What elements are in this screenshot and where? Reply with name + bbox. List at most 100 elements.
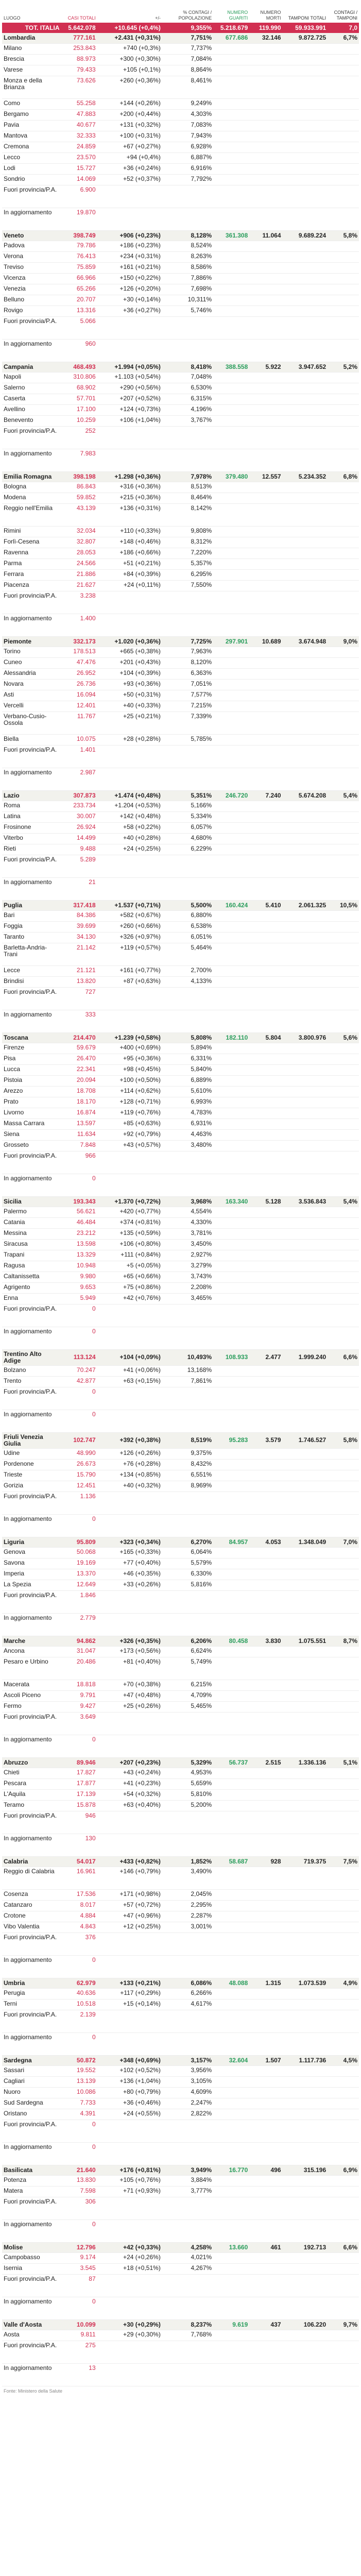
province-var	[97, 2010, 162, 2033]
province-pct: 9,249%	[162, 98, 214, 110]
region-row[interactable]: Toscana 214.470 +1.239 (+0,58%) 5,808% 182.1…	[2, 1032, 359, 1043]
region-row[interactable]: Liguria 95.809 +323 (+0,34%) 6,270% 84.957 4.…	[2, 1537, 359, 1548]
province-pct: 2,045%	[162, 1889, 214, 1901]
region-row[interactable]: Trentino Alto Adige 113.124 +104 (+0,09%) 1…	[2, 1349, 359, 1366]
province-ct	[328, 2363, 359, 2386]
province-guariti	[213, 1580, 250, 1591]
province-casi: 31.047	[61, 1646, 97, 1657]
province-casi: 310.806	[61, 372, 97, 383]
province-pct	[162, 1712, 214, 1735]
region-row[interactable]: Lombardia 777.161 +2.431 (+0,31%) 7,751% 677…	[2, 33, 359, 44]
province-guariti	[213, 1680, 250, 1691]
province-guariti	[213, 426, 250, 449]
province-ct	[328, 1889, 359, 1901]
province-guariti	[213, 811, 250, 823]
province-pct: 5,334%	[162, 811, 214, 823]
province-row: Bari 84.386 +582 (+0,67%) 6,880%	[2, 910, 359, 922]
province-var: +33 (+0,26%)	[97, 1580, 162, 1591]
province-morti	[249, 910, 283, 922]
province-guariti	[213, 1174, 250, 1197]
province-var: +52 (+0,37%)	[97, 174, 162, 185]
province-ct	[328, 2120, 359, 2143]
region-row[interactable]: Sardegna 50.872 +348 (+0,69%) 3,157% 32.604 1…	[2, 2055, 359, 2066]
header-guariti[interactable]: NUMERO GUARITI	[213, 0, 249, 23]
region-row[interactable]: Lazio 307.873 +1.474 (+0,48%) 5,351% 246.720…	[2, 790, 359, 801]
province-name: Rovigo	[2, 306, 61, 317]
province-morti	[249, 2098, 283, 2109]
region-row[interactable]: Molise 12.796 +42 (+0,33%) 4,258% 13.660 461 1…	[2, 2242, 359, 2253]
province-name: Vibo Valentia	[2, 1922, 61, 1933]
region-row[interactable]: Friuli Venezia Giulia 102.747 +392 (+0,38%…	[2, 1432, 359, 1449]
region-row[interactable]: Puglia 317.418 +1.537 (+0,71%) 5,500% 160.42…	[2, 900, 359, 911]
province-row: In aggiornamento 0	[2, 2219, 359, 2243]
header-morti[interactable]: NUMERO MORTI	[249, 0, 282, 23]
province-tamponi	[282, 2197, 328, 2220]
province-row: Roma 233.734 +1.204 (+0,53%) 5,166%	[2, 801, 359, 812]
region-row[interactable]: Sicilia 193.343 +1.370 (+0,72%) 3,968% 163.3…	[2, 1196, 359, 1207]
province-guariti	[213, 614, 250, 637]
province-casi: 32.807	[61, 537, 97, 548]
header-pct-contagi[interactable]: % CONTAGI / POPOLAZIONE	[162, 0, 213, 23]
province-ct	[328, 943, 359, 966]
province-name: Varese	[2, 65, 61, 76]
province-tamponi	[282, 910, 328, 922]
header-casi-totali[interactable]: CASI TOTALI	[61, 0, 97, 23]
province-guariti	[213, 415, 250, 427]
region-row[interactable]: Umbria 62.979 +133 (+0,21%) 6,086% 48.088 1.3…	[2, 1978, 359, 1989]
region-row[interactable]: Piemonte 332.173 +1.020 (+0,36%) 7,725% 297.…	[2, 636, 359, 647]
province-row: Brindisi 13.820 +87 (+0,63%) 4,133%	[2, 976, 359, 988]
header-luogo[interactable]: LUOGO	[2, 0, 61, 23]
province-row: Chieti 17.827 +43 (+0,24%) 4,953%	[2, 1768, 359, 1779]
header-tamponi[interactable]: TAMPONI TOTALI	[283, 0, 328, 23]
province-casi: 13.370	[61, 1569, 97, 1580]
province-pct	[162, 1327, 214, 1350]
province-pct	[162, 745, 214, 768]
province-var: +136 (+1,04%)	[97, 2076, 162, 2088]
region-row[interactable]: Campania 468.493 +1.994 (+0,05%) 8,418% 388.…	[2, 362, 359, 372]
region-row[interactable]: Basilicata 21.640 +176 (+0,81%) 3,949% 16.77…	[2, 2165, 359, 2176]
region-row[interactable]: Emilia Romagna 398.198 +1.298 (+0,36%) 7,97…	[2, 471, 359, 482]
province-guariti	[213, 2120, 250, 2143]
province-casi: 24.859	[61, 142, 97, 153]
province-var: +67 (+0,27%)	[97, 142, 162, 153]
province-morti	[249, 2197, 283, 2220]
province-morti	[249, 2065, 283, 2077]
region-row[interactable]: Calabria 54.017 +433 (+0,82%) 1,852% 58.687 9…	[2, 1856, 359, 1867]
province-ct	[328, 251, 359, 263]
province-guariti	[213, 449, 250, 472]
province-guariti	[213, 339, 250, 362]
province-tamponi	[282, 1569, 328, 1580]
province-morti	[249, 415, 283, 427]
province-pct: 3,490%	[162, 1867, 214, 1890]
province-name: Fuori provincia/P.A.	[2, 2010, 61, 2033]
province-ct	[328, 647, 359, 658]
province-guariti	[213, 2186, 250, 2197]
header-variazione[interactable]: +/-	[97, 0, 162, 23]
province-name: Sassari	[2, 2065, 61, 2077]
province-pct: 4,609%	[162, 2087, 214, 2098]
province-var: +15 (+0,14%)	[97, 1999, 162, 2010]
province-var	[97, 1327, 162, 1350]
region-row[interactable]: Valle d'Aosta 10.099 +30 (+0,29%) 8,237% 9.6…	[2, 2319, 359, 2330]
region-row[interactable]: Abruzzo 89.946 +207 (+0,23%) 5,329% 56.737 2.…	[2, 1757, 359, 1768]
header-contagi-tamponi[interactable]: CONTAGI / TAMPONI	[328, 0, 359, 23]
region-tamponi: 192.713	[282, 2242, 328, 2253]
province-name: Pesaro e Urbino	[2, 1657, 61, 1680]
region-row[interactable]: Marche 94.862 +326 (+0,35%) 6,206% 80.458 3.8…	[2, 1636, 359, 1647]
province-guariti	[213, 1250, 250, 1261]
province-casi: 40.636	[61, 1988, 97, 1999]
province-var: +186 (+0,66%)	[97, 548, 162, 559]
province-pct	[162, 1735, 214, 1758]
province-pct: 7,792%	[162, 174, 214, 185]
province-name: Agrigento	[2, 1282, 61, 1294]
province-morti	[249, 1470, 283, 1481]
province-morti	[249, 965, 283, 977]
province-ct	[328, 1646, 359, 1657]
province-morti	[249, 1646, 283, 1657]
province-guariti	[213, 1867, 250, 1890]
province-ct	[328, 1376, 359, 1387]
region-row[interactable]: Veneto 398.749 +906 (+0,23%) 8,128% 361.308 1…	[2, 230, 359, 241]
province-guariti	[213, 2032, 250, 2056]
province-guariti	[213, 877, 250, 901]
province-ct	[328, 316, 359, 340]
